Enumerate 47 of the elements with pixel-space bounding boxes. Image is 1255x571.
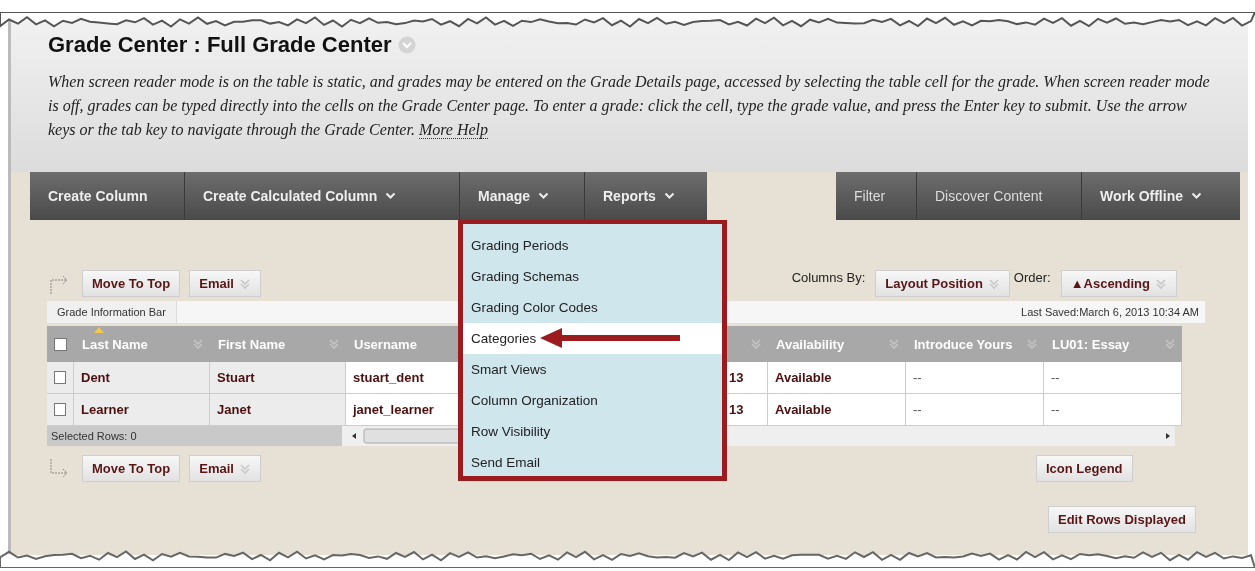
instructions-paragraph: When screen reader mode is on the table is static, and grades may be entered on the Grade Details page, accessed by selecting the table cell for the grade. When screen reader mode is off, grades can be typed directly into the cells on the Grade Center page. To enter a grade: click the cell, type the grade value, and press the Enter key to submit. Use the arrow keys or the tab key to navigate through the Grade Center. More Help <box>48 72 1210 141</box>
email-button[interactable]: Email <box>189 270 261 297</box>
nav-tab[interactable]: Work Offline <box>1082 172 1240 220</box>
double-chevron-icon <box>192 338 204 350</box>
double-chevron-icon <box>1155 277 1167 290</box>
table-cell: -- <box>906 362 1044 394</box>
order-dropdown[interactable]: ▲Ascending <box>1060 270 1177 297</box>
move-to-top-button[interactable]: Move To Top <box>82 270 181 297</box>
more-help-link[interactable]: More Help <box>418 121 489 139</box>
nav-tab[interactable]: Create Column <box>30 172 185 220</box>
info-bar-tab[interactable]: Grade Information Bar <box>47 301 177 323</box>
table-cell: Stuart <box>210 362 346 394</box>
move-to-top-button[interactable]: Move To Top <box>82 455 181 482</box>
icon-legend-button[interactable]: Icon Legend <box>1036 455 1133 482</box>
double-chevron-icon <box>328 338 340 350</box>
double-chevron-icon <box>750 338 762 350</box>
nav-tab[interactable]: Reports <box>585 172 707 220</box>
order-label: Order: <box>1013 270 1051 285</box>
nav-tab[interactable]: Discover Content <box>917 172 1082 220</box>
table-cell: -- <box>906 394 1044 426</box>
double-chevron-icon <box>987 277 1000 290</box>
nav-tab[interactable]: Filter <box>836 172 917 220</box>
double-chevron-icon <box>888 338 900 350</box>
table-cell: -- <box>1044 362 1182 394</box>
double-chevron-icon <box>1164 338 1176 350</box>
table-cell: Available <box>768 362 906 394</box>
table-cell: Dent <box>74 362 210 394</box>
double-chevron-icon <box>1026 338 1038 350</box>
select-all-checkbox[interactable] <box>54 337 67 351</box>
menu-item[interactable]: Grading Periods <box>463 230 722 261</box>
nav-tab[interactable]: Create Calculated Column <box>185 172 460 220</box>
table-cell: Learner <box>74 394 210 426</box>
sort-label: Columns By: <box>791 270 866 285</box>
page-title: Grade Center : Full Grade Center <box>48 32 392 58</box>
edit-rows-displayed-button[interactable]: Edit Rows Displayed <box>1048 506 1196 533</box>
menu-item[interactable]: Grading Color Codes <box>463 292 722 323</box>
table-cell: Janet <box>210 394 346 426</box>
table-cell: Available <box>768 394 906 426</box>
menu-item[interactable]: Grading Schemas <box>463 261 722 292</box>
row-checkbox[interactable] <box>54 403 66 416</box>
row-checkbox[interactable] <box>54 371 66 384</box>
selected-rows-count: Selected Rows: 0 <box>47 426 342 446</box>
menu-item[interactable]: Send Email <box>463 447 722 478</box>
layout-position-dropdown[interactable]: Layout Position <box>875 270 1010 297</box>
table-cell: -- <box>1044 394 1182 426</box>
email-button[interactable]: Email <box>189 455 261 482</box>
last-saved-text: Last Saved:March 6, 2013 10:34 AM <box>1021 306 1200 318</box>
